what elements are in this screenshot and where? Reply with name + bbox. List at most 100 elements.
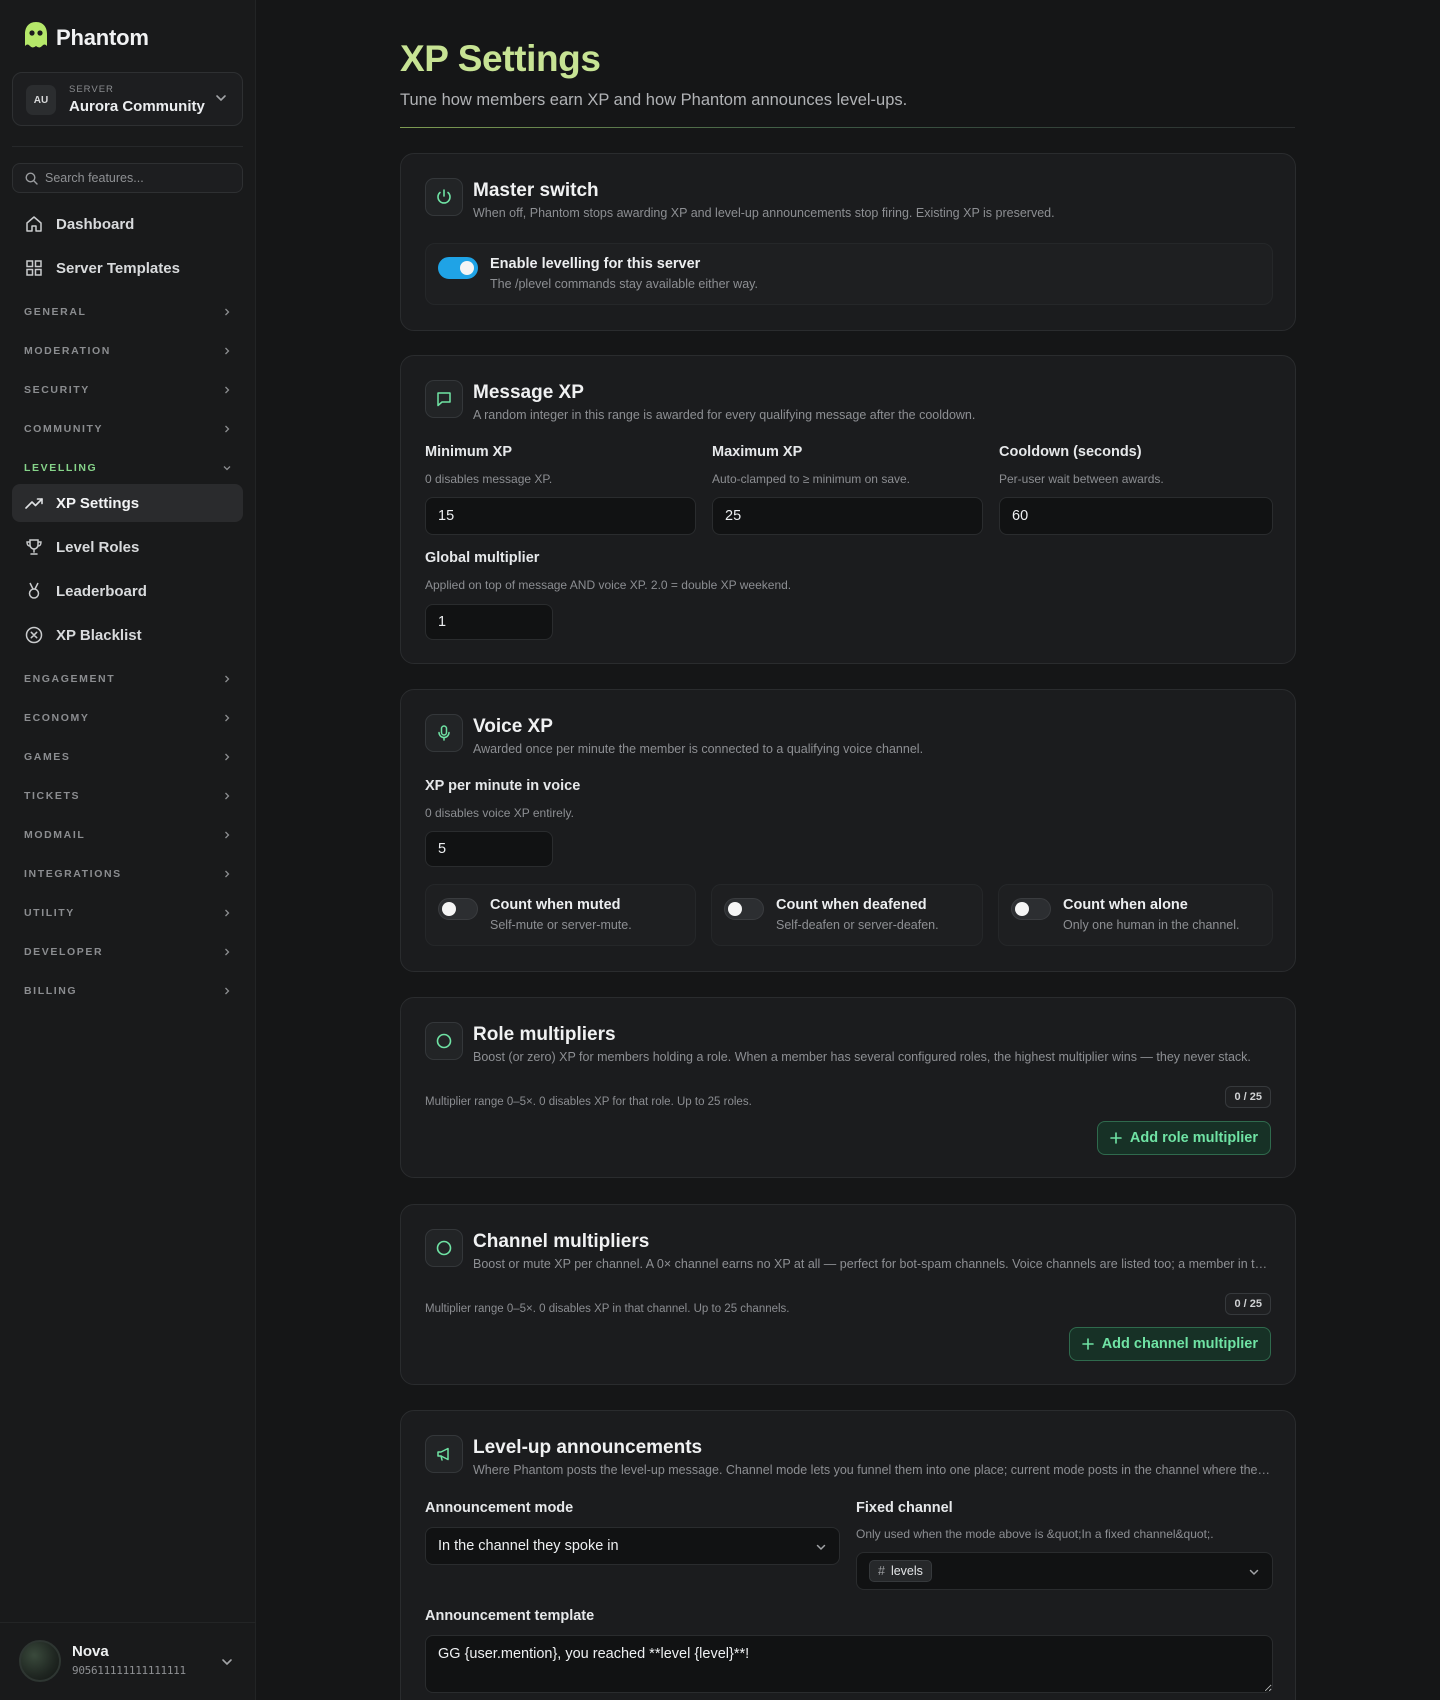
power-icon [425, 178, 463, 216]
user-id: 905611111111111111 [72, 1664, 186, 1677]
user-menu[interactable]: Nova 905611111111111111 [0, 1622, 256, 1700]
role-count-badge: 0 / 25 [1225, 1086, 1271, 1108]
nav-section-integrations[interactable]: INTEGRATIONS [24, 864, 232, 884]
chevron-right-icon [225, 714, 230, 722]
nav-section-engagement[interactable]: ENGAGEMENT [24, 669, 232, 689]
nav-section-games[interactable]: GAMES [24, 747, 232, 767]
nav-section-tickets[interactable]: TICKETS [24, 786, 232, 806]
nav-section-modmail[interactable]: MODMAIL [24, 825, 232, 845]
fixed-channel-select[interactable]: # levels [856, 1552, 1273, 1590]
avatar [19, 1640, 61, 1682]
count-alone-row: Count when alone Only one human in the c… [998, 884, 1273, 946]
section-label: LEVELLING [24, 462, 98, 474]
nav-section-general[interactable]: GENERAL [24, 302, 232, 322]
message-square-icon [425, 380, 463, 418]
card-description: Where Phantom posts the level-up message… [473, 1463, 1271, 1477]
chevron-right-icon [225, 347, 230, 355]
card-title: Level-up announcements [473, 1437, 703, 1458]
megaphone-icon [425, 1435, 463, 1473]
chevron-right-icon [225, 753, 230, 761]
max-xp-input[interactable] [712, 497, 983, 535]
server-name: Aurora Community [69, 98, 205, 115]
card-title: Role multipliers [473, 1024, 616, 1045]
cooldown-input[interactable] [999, 497, 1273, 535]
grid-icon [26, 260, 42, 276]
microphone-icon [425, 714, 463, 752]
count-alone-toggle[interactable] [1011, 898, 1051, 920]
chevron-right-icon [225, 948, 230, 956]
server-avatar: AU [26, 85, 56, 115]
voice-rate-input[interactable] [425, 831, 553, 867]
channel-name: levels [890, 1564, 923, 1578]
chevron-right-icon [225, 870, 230, 878]
min-xp-label: Minimum XP [425, 444, 513, 460]
nav-section-security[interactable]: SECURITY [24, 380, 232, 400]
nav-section-developer[interactable]: DEVELOPER [24, 942, 232, 962]
count-muted-toggle[interactable] [438, 898, 478, 920]
channel-chip: # levels [869, 1560, 932, 1582]
plus-icon [1110, 1132, 1122, 1144]
section-label: DEVELOPER [24, 946, 104, 958]
button-label: Add channel multiplier [1101, 1336, 1258, 1352]
select-value: In the channel they spoke in [438, 1538, 619, 1554]
nav-section-billing[interactable]: BILLING [24, 981, 232, 1001]
chevron-right-icon [225, 792, 230, 800]
nav-server-templates[interactable]: Server Templates [12, 249, 243, 287]
chevron-right-icon [225, 909, 230, 917]
search-input[interactable] [45, 164, 235, 192]
enable-levelling-toggle[interactable] [438, 257, 478, 279]
sidebar: Phantom AU SERVER Aurora Community Dashb… [0, 0, 256, 1700]
voice-rate-help: 0 disables voice XP entirely. [425, 806, 574, 820]
chevron-right-icon [225, 675, 230, 683]
cooldown-label: Cooldown (seconds) [999, 444, 1142, 460]
voice-xp-card: Voice XP Awarded once per minute the mem… [400, 689, 1296, 972]
channel-multiplier-note: Multiplier range 0–5×. 0 disables XP in … [425, 1303, 790, 1315]
nav-leaderboard[interactable]: Leaderboard [12, 572, 243, 610]
toggle-knob [1015, 902, 1029, 916]
toggle-title: Count when muted [490, 897, 621, 913]
nav-section-economy[interactable]: ECONOMY [24, 708, 232, 728]
add-channel-multiplier-button[interactable]: Add channel multiplier [1068, 1327, 1271, 1361]
nav-xp-blacklist[interactable]: XP Blacklist [12, 616, 243, 654]
toggle-title: Count when alone [1063, 897, 1188, 913]
nav-level-roles[interactable]: Level Roles [12, 528, 243, 566]
nav-dashboard[interactable]: Dashboard [12, 205, 243, 243]
brand[interactable]: Phantom [22, 20, 149, 55]
announcement-mode-label: Announcement mode [425, 1500, 574, 1516]
channel-count-badge: 0 / 25 [1225, 1293, 1271, 1315]
card-description: Boost or mute XP per channel. A 0× chann… [473, 1257, 1271, 1271]
count-deafened-row: Count when deafened Self-deafen or serve… [711, 884, 983, 946]
max-xp-label: Maximum XP [712, 444, 803, 460]
circle-icon [425, 1022, 463, 1060]
cooldown-help: Per-user wait between awards. [999, 472, 1164, 486]
chevron-right-icon [225, 987, 230, 995]
ghost-logo-icon [22, 20, 50, 55]
announcement-mode-select[interactable]: In the channel they spoke in [425, 1527, 840, 1565]
nav-label: Dashboard [56, 215, 135, 233]
section-label: SECURITY [24, 384, 90, 396]
section-label: MODERATION [24, 345, 111, 357]
nav-xp-settings[interactable]: XP Settings [12, 484, 243, 522]
nav-section-utility[interactable]: UTILITY [24, 903, 232, 923]
message-xp-card: Message XP A random integer in this rang… [400, 355, 1296, 664]
user-name: Nova [72, 1643, 109, 1660]
card-title: Voice XP [473, 716, 553, 737]
nav-section-community[interactable]: COMMUNITY [24, 419, 232, 439]
add-role-multiplier-button[interactable]: Add role multiplier [1096, 1121, 1271, 1155]
global-multiplier-label: Global multiplier [425, 550, 540, 566]
voice-rate-label: XP per minute in voice [425, 778, 581, 794]
nav-section-levelling[interactable]: LEVELLING [24, 458, 232, 478]
global-multiplier-input[interactable] [425, 604, 553, 640]
count-deafened-toggle[interactable] [724, 898, 764, 920]
min-xp-input[interactable] [425, 497, 696, 535]
card-description: Awarded once per minute the member is co… [473, 742, 924, 756]
server-switcher[interactable]: AU SERVER Aurora Community [12, 72, 243, 126]
chevron-down-icon [223, 466, 231, 471]
circle-icon [425, 1229, 463, 1267]
announcement-template-input[interactable]: GG {user.mention}, you reached **level {… [425, 1635, 1273, 1693]
chevron-right-icon [225, 386, 230, 394]
medal-icon [28, 582, 40, 599]
nav-section-moderation[interactable]: MODERATION [24, 341, 232, 361]
fixed-channel-label: Fixed channel [856, 1500, 953, 1516]
feature-search[interactable] [12, 163, 243, 193]
